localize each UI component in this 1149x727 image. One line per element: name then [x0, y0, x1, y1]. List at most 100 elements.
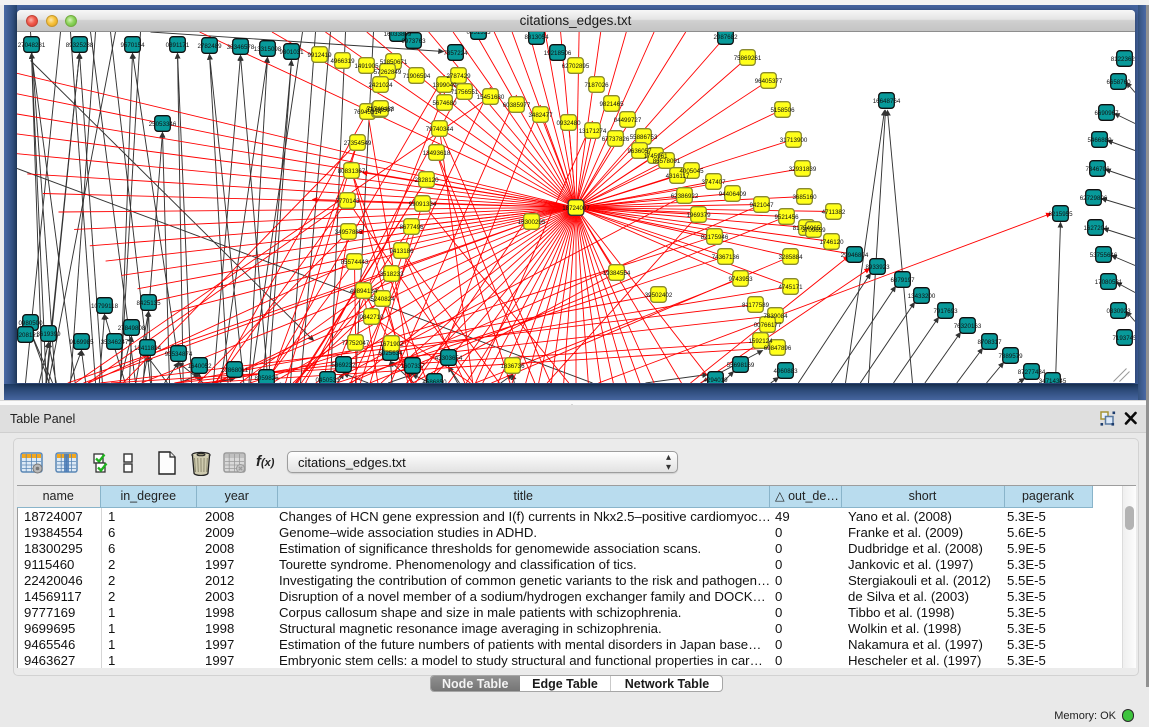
svg-text:4060883: 4060883 [773, 368, 798, 375]
svg-text:0450533: 0450533 [315, 377, 340, 383]
svg-text:53755646: 53755646 [1089, 252, 1117, 259]
svg-text:27354549: 27354549 [343, 140, 371, 147]
svg-text:82175946: 82175946 [700, 234, 728, 241]
svg-text:29946804: 29946804 [840, 252, 868, 259]
svg-text:71906594: 71906594 [402, 73, 430, 80]
svg-text:9169985: 9169985 [69, 339, 94, 346]
svg-text:43303654: 43303654 [434, 355, 462, 362]
svg-text:3285884: 3285884 [778, 254, 803, 261]
svg-text:2087682: 2087682 [713, 34, 738, 41]
svg-text:18724007: 18724007 [562, 205, 590, 212]
svg-text:17080531: 17080531 [1094, 279, 1122, 286]
svg-text:18300295: 18300295 [517, 219, 545, 226]
svg-text:67737826: 67737826 [601, 136, 629, 143]
svg-text:57262849: 57262849 [373, 69, 401, 76]
svg-text:71746488: 71746488 [366, 106, 394, 113]
svg-text:1627204: 1627204 [1083, 225, 1108, 232]
svg-text:0651333: 0651333 [466, 32, 491, 36]
svg-text:0391171: 0391171 [165, 42, 189, 49]
svg-text:13493618: 13493618 [422, 150, 450, 157]
svg-text:5466889: 5466889 [1087, 137, 1112, 144]
svg-text:6879197: 6879197 [890, 277, 915, 284]
svg-text:1640052: 1640052 [187, 363, 212, 370]
svg-text:4294019: 4294019 [703, 377, 728, 383]
svg-text:35346247: 35346247 [100, 339, 128, 346]
svg-text:27048281: 27048281 [17, 42, 45, 49]
svg-text:80831367: 80831367 [337, 168, 365, 175]
svg-text:0980500: 0980500 [18, 320, 43, 327]
svg-text:99091334: 99091334 [408, 201, 436, 208]
svg-text:13171274: 13171274 [578, 128, 606, 135]
svg-text:1969379: 1969379 [686, 212, 711, 219]
svg-text:1399049: 1399049 [432, 82, 457, 89]
svg-text:00766177: 00766177 [753, 322, 781, 329]
svg-text:4711382: 4711382 [821, 209, 845, 216]
svg-text:2421024: 2421024 [368, 82, 393, 89]
svg-text:7193745: 7193745 [1112, 335, 1135, 342]
svg-text:60385977: 60385977 [502, 102, 530, 109]
svg-text:7839084: 7839084 [763, 313, 788, 320]
svg-text:2787429: 2787429 [446, 73, 471, 80]
svg-text:76320163: 76320163 [953, 323, 981, 330]
svg-text:9421047: 9421047 [749, 202, 774, 209]
svg-text:6690967: 6690967 [1094, 110, 1119, 117]
svg-text:55698169: 55698169 [726, 362, 754, 369]
svg-text:8425135: 8425135 [136, 300, 161, 307]
svg-text:7346706: 7346706 [1085, 166, 1110, 173]
svg-text:19218506: 19218506 [543, 50, 571, 57]
svg-text:04499727: 04499727 [613, 117, 641, 124]
svg-text:34957885: 34957885 [334, 229, 362, 236]
svg-text:25053346: 25053346 [148, 121, 176, 128]
svg-text:1671902: 1671902 [379, 341, 404, 348]
svg-text:27868011: 27868011 [220, 367, 248, 374]
svg-text:62729806: 62729806 [1079, 195, 1107, 202]
svg-text:2782489: 2782489 [197, 43, 222, 50]
svg-text:5869232: 5869232 [331, 362, 356, 369]
svg-text:1607337: 1607337 [400, 363, 425, 370]
svg-text:62386922: 62386922 [670, 193, 698, 200]
svg-text:85574443: 85574443 [340, 259, 368, 266]
svg-text:8708317: 8708317 [977, 339, 1002, 346]
svg-text:13315098: 13315098 [253, 46, 281, 53]
svg-text:8933923: 8933923 [865, 264, 890, 271]
svg-text:5158506: 5158506 [770, 107, 795, 114]
svg-text:81177589: 81177589 [741, 302, 769, 309]
svg-text:51850671: 51850671 [379, 59, 407, 66]
svg-text:69847896: 69847896 [763, 345, 791, 352]
svg-text:81223623: 81223623 [1110, 56, 1134, 63]
svg-text:38346578: 38346578 [226, 44, 254, 51]
svg-text:7917693: 7917693 [933, 308, 958, 315]
svg-text:27849808: 27849808 [117, 325, 145, 332]
svg-text:9570154: 9570154 [120, 42, 145, 49]
svg-text:89325288: 89325288 [65, 42, 93, 49]
svg-text:3619399: 3619399 [36, 331, 61, 338]
svg-text:6658760: 6658760 [1106, 79, 1131, 86]
svg-text:34714345: 34714345 [1038, 378, 1066, 383]
svg-text:93534874: 93534874 [164, 351, 192, 358]
svg-text:9973763: 9973763 [401, 38, 426, 45]
svg-text:0932480: 0932480 [556, 120, 581, 127]
svg-text:49894134: 49894134 [349, 288, 377, 295]
svg-text:3747407: 3747407 [701, 179, 726, 186]
svg-text:7770143: 7770143 [335, 198, 360, 205]
svg-text:71756551: 71756551 [450, 89, 478, 96]
svg-text:4966319: 4966319 [330, 58, 355, 65]
svg-text:13433200: 13433200 [907, 293, 935, 300]
svg-text:55886753: 55886753 [629, 134, 657, 141]
svg-text:4005045: 4005045 [679, 168, 704, 175]
svg-text:7889579: 7889579 [998, 353, 1023, 360]
svg-text:5240824: 5240824 [370, 296, 395, 303]
svg-text:31713900: 31713900 [779, 137, 807, 144]
svg-text:1592124: 1592124 [748, 338, 773, 345]
svg-text:3709859: 3709859 [801, 227, 826, 234]
svg-text:4745171: 4745171 [778, 284, 803, 291]
svg-text:0330923: 0330923 [1106, 308, 1131, 315]
svg-text:4586850: 4586850 [422, 379, 447, 383]
svg-text:6025634: 6025634 [378, 350, 403, 357]
svg-text:75869261: 75869261 [733, 55, 761, 62]
svg-text:7357224: 7357224 [443, 50, 468, 57]
svg-text:2328120: 2328120 [414, 177, 439, 184]
svg-text:19384554: 19384554 [602, 270, 630, 277]
svg-text:9912419: 9912419 [307, 52, 332, 59]
svg-text:62702895: 62702895 [561, 63, 589, 70]
